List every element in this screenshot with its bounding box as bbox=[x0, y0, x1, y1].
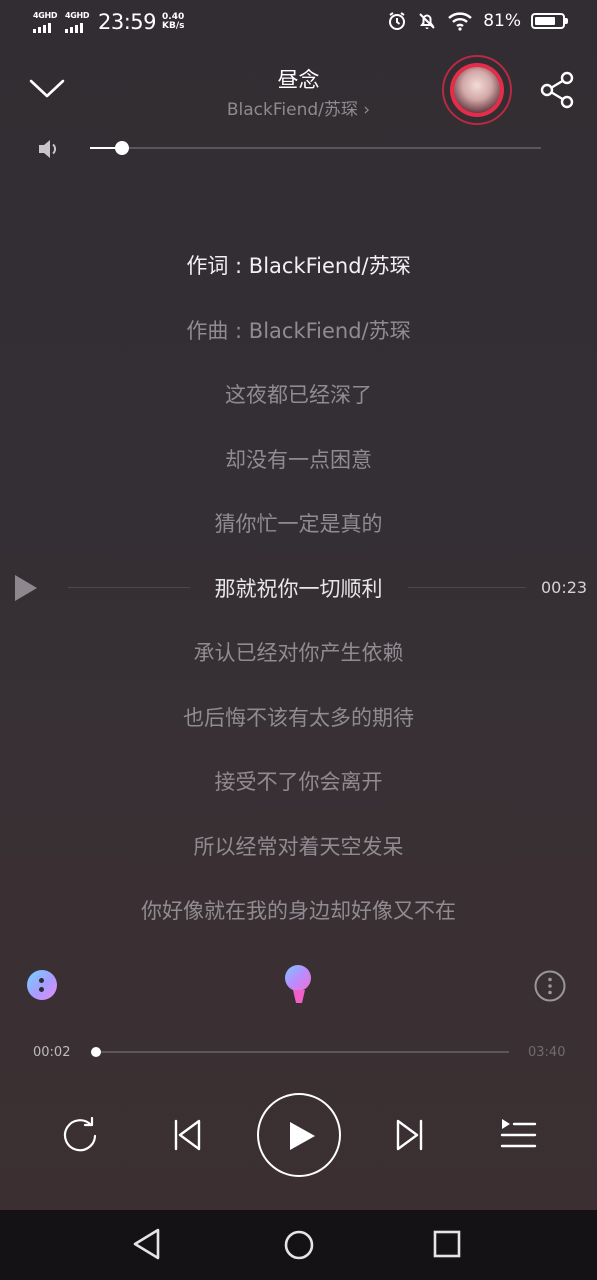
wifi-icon bbox=[448, 12, 473, 31]
playlist-icon bbox=[500, 1119, 537, 1148]
seek-guide-line-left bbox=[68, 587, 190, 588]
signal-bars-icon bbox=[33, 23, 51, 33]
speaker-icon bbox=[39, 140, 56, 158]
battery-percent: 81% bbox=[483, 11, 521, 31]
lyric-line[interactable]: 作词 : BlackFiend/苏琛 bbox=[0, 251, 597, 281]
playback-progress-bar[interactable] bbox=[90, 1047, 509, 1057]
album-art-disc[interactable] bbox=[442, 55, 512, 125]
dual-dot-icon bbox=[39, 978, 44, 983]
nav-recent-button[interactable] bbox=[433, 1230, 461, 1258]
mute-bell-icon bbox=[419, 13, 435, 29]
signal-bars-icon bbox=[65, 23, 83, 33]
lyric-line[interactable]: 这夜都已经深了 bbox=[0, 380, 597, 410]
system-nav-bar bbox=[0, 1210, 597, 1280]
microphone-icon bbox=[285, 965, 311, 1003]
clock: 23:59 bbox=[98, 10, 157, 34]
signal-1: 4GHD bbox=[32, 11, 60, 33]
nav-recent-icon bbox=[433, 1230, 461, 1258]
status-bar: 4GHD 4GHD 23:59 0.40 KB/s 81% bbox=[0, 0, 597, 46]
status-right: 81% bbox=[387, 11, 568, 31]
music-player-screen: 4GHD 4GHD 23:59 0.40 KB/s 81% 昼念 BlackFi… bbox=[0, 0, 597, 1280]
skip-previous-icon bbox=[174, 1119, 201, 1151]
share-button[interactable] bbox=[538, 70, 578, 110]
lyric-line[interactable]: 却没有一点困意 bbox=[0, 445, 597, 475]
lyric-seek-time: 00:23 bbox=[541, 578, 588, 597]
album-cover-image bbox=[454, 67, 500, 113]
alarm-icon bbox=[389, 12, 406, 30]
dual-dot-button[interactable] bbox=[27, 970, 57, 1000]
nav-back-button[interactable] bbox=[131, 1227, 163, 1261]
volume-knob[interactable] bbox=[114, 141, 129, 155]
next-button[interactable] bbox=[393, 1118, 427, 1152]
battery-icon bbox=[531, 13, 568, 29]
share-icon bbox=[540, 71, 574, 109]
nav-home-button[interactable] bbox=[283, 1229, 315, 1261]
playlist-button[interactable] bbox=[499, 1117, 537, 1153]
lyric-line[interactable]: 猜你忙一定是真的 bbox=[0, 509, 597, 539]
artist-name: BlackFiend/苏琛 bbox=[226, 100, 358, 120]
more-vertical-icon bbox=[534, 970, 566, 1002]
repeat-icon bbox=[63, 1116, 97, 1152]
lyric-line[interactable]: 所以经常对着天空发呆 bbox=[0, 832, 597, 862]
net-speed-unit: KB/s bbox=[162, 21, 185, 31]
net-speed: 0.40 KB/s bbox=[162, 13, 184, 31]
progress-knob[interactable] bbox=[90, 1047, 101, 1057]
nav-home-icon bbox=[284, 1230, 314, 1260]
lyric-seek-play-button[interactable] bbox=[12, 574, 38, 602]
network-type-2: 4GHD bbox=[65, 11, 90, 20]
play-icon bbox=[15, 575, 37, 601]
lyric-line[interactable]: 也后悔不该有太多的期待 bbox=[0, 703, 597, 733]
nav-back-icon bbox=[133, 1228, 160, 1260]
lyric-line[interactable]: 作曲 : BlackFiend/苏琛 bbox=[0, 316, 597, 346]
previous-button[interactable] bbox=[170, 1118, 204, 1152]
play-button[interactable] bbox=[257, 1093, 341, 1177]
chevron-right-icon: › bbox=[363, 100, 371, 120]
signal-2: 4GHD bbox=[64, 11, 92, 33]
lyric-line-current[interactable]: 那就祝你一切顺利 bbox=[0, 574, 597, 604]
total-time: 03:40 bbox=[528, 1045, 566, 1060]
lyric-line[interactable]: 接受不了你会离开 bbox=[0, 767, 597, 797]
karaoke-button[interactable] bbox=[282, 963, 316, 1005]
battery-fill bbox=[535, 17, 556, 25]
lyrics-panel[interactable]: 作词 : BlackFiend/苏琛 作曲 : BlackFiend/苏琛 这夜都已… bbox=[0, 233, 597, 971]
dual-dot-icon bbox=[39, 987, 44, 992]
volume-button[interactable] bbox=[37, 138, 61, 160]
network-type-1: 4GHD bbox=[33, 11, 58, 20]
more-button[interactable] bbox=[534, 970, 566, 1002]
skip-next-icon bbox=[396, 1119, 423, 1151]
status-left: 4GHD 4GHD 23:59 0.40 KB/s bbox=[32, 10, 185, 34]
current-time: 00:02 bbox=[33, 1045, 71, 1060]
lyric-line[interactable]: 你好像就在我的身边却好像又不在 bbox=[0, 896, 597, 926]
seek-guide-line-right bbox=[408, 587, 526, 588]
play-icon bbox=[290, 1122, 315, 1150]
repeat-button[interactable] bbox=[60, 1116, 100, 1154]
lyric-line[interactable]: 承认已经对你产生依赖 bbox=[0, 638, 597, 668]
volume-slider[interactable] bbox=[90, 141, 541, 155]
